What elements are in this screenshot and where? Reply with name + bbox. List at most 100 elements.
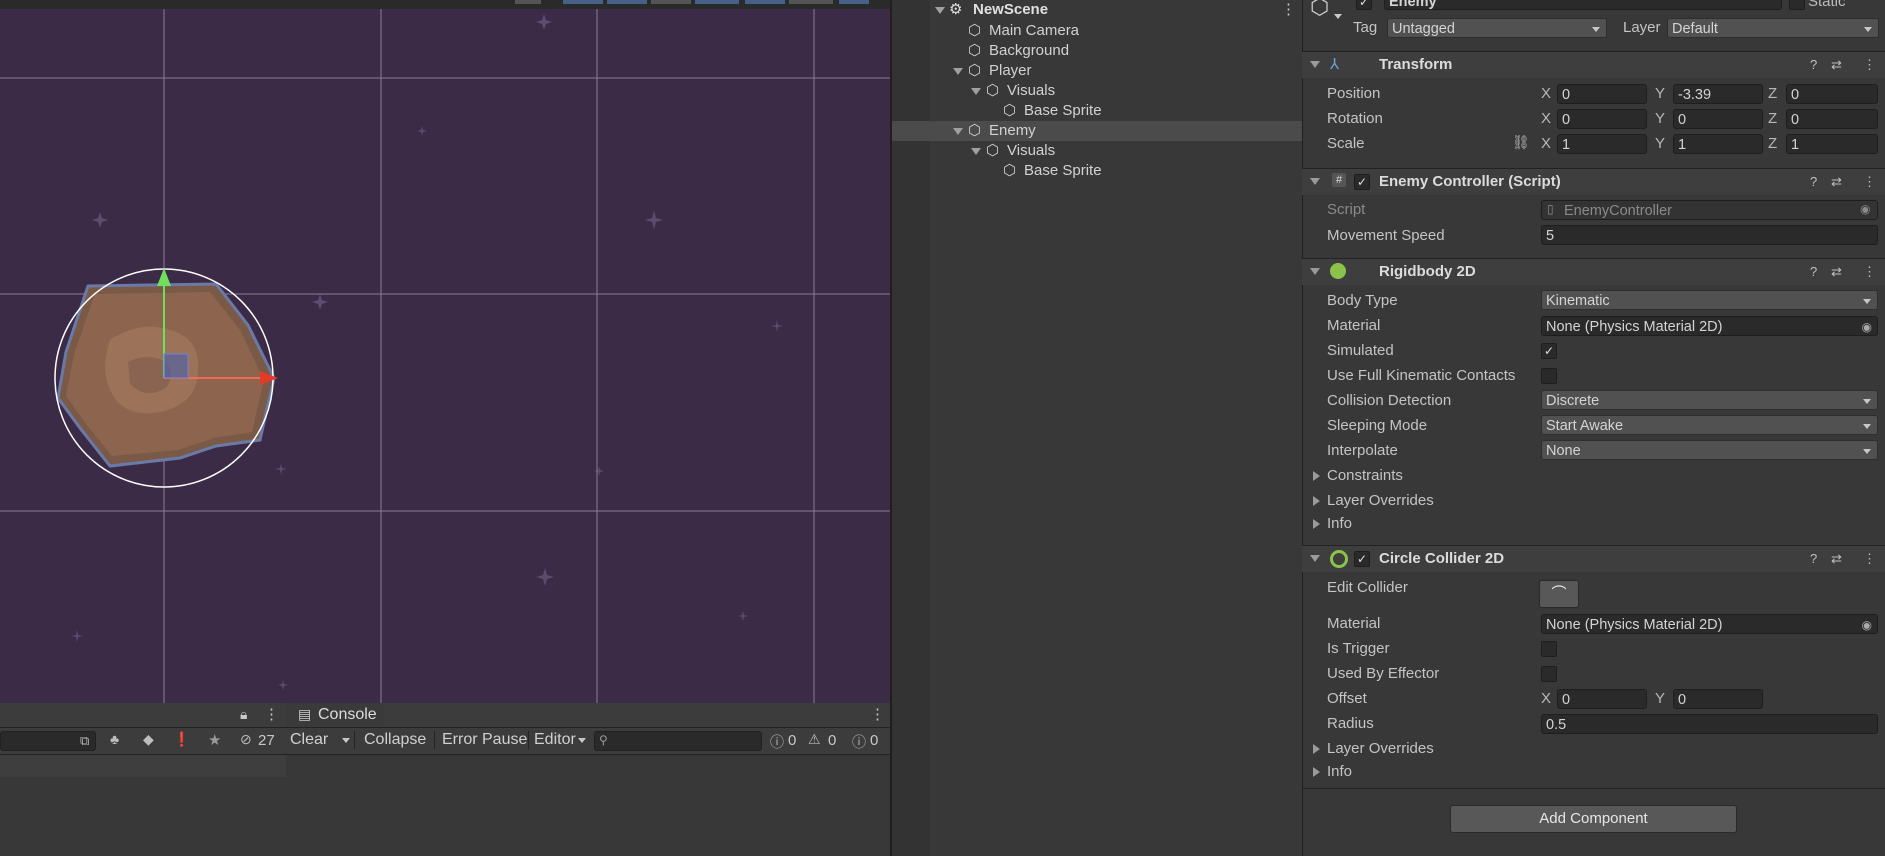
toolbar-button[interactable] — [745, 0, 785, 4]
foldout-arrow-icon[interactable] — [953, 68, 963, 75]
hierarchy-item-enemy-base-sprite[interactable]: ⬡ Base Sprite — [892, 161, 1302, 181]
presets-icon[interactable]: ⇄ — [1831, 551, 1842, 567]
rotation-z-field[interactable]: 0 — [1786, 109, 1878, 129]
presets-icon[interactable]: ⇄ — [1831, 57, 1842, 73]
object-picker-icon[interactable]: ◉ — [1862, 317, 1872, 337]
add-component-button[interactable]: Add Component — [1450, 805, 1737, 833]
circle-collider-2d-header[interactable]: ✓ Circle Collider 2D ? ⇄ ⋮ — [1302, 545, 1885, 572]
warning-filter-icon[interactable]: ❗ — [173, 731, 190, 748]
full-kinematic-contacts-checkbox[interactable] — [1541, 368, 1557, 384]
scale-y-field[interactable]: 1 — [1673, 134, 1763, 154]
position-y-field[interactable]: -3.39 — [1673, 84, 1763, 104]
error-pause-button[interactable]: Error Pause — [442, 728, 527, 752]
clear-options-chevron-icon[interactable] — [342, 738, 350, 743]
movement-speed-field[interactable]: 5 — [1541, 225, 1878, 245]
radius-field[interactable]: 0.5 — [1541, 714, 1878, 734]
search-filter-icon[interactable]: ♣ — [110, 731, 119, 747]
layer-overrides-foldout-icon[interactable] — [1313, 744, 1320, 754]
info-foldout[interactable]: Info — [1327, 514, 1352, 534]
simulated-checkbox[interactable]: ✓ — [1541, 343, 1557, 359]
tab-console[interactable]: ▤ Console — [286, 703, 384, 727]
active-checkbox[interactable]: ✓ — [1356, 0, 1372, 10]
toolbar-button[interactable] — [789, 0, 833, 4]
hierarchy-scene-row[interactable]: ⚙ NewScene ⋮ — [892, 0, 1302, 20]
foldout-arrow-icon[interactable] — [971, 148, 981, 155]
static-checkbox[interactable] — [1789, 0, 1805, 10]
collision-detection-dropdown[interactable]: Discrete — [1541, 390, 1878, 410]
constraints-foldout-icon[interactable] — [1313, 471, 1320, 481]
sleeping-mode-dropdown[interactable]: Start Awake — [1541, 415, 1878, 435]
edit-collider-button[interactable]: ⌒ — [1539, 580, 1579, 608]
project-list-row[interactable] — [0, 755, 286, 777]
object-name-field[interactable]: Enemy — [1384, 0, 1782, 10]
hidden-icon[interactable]: ⊘ — [240, 731, 252, 748]
error-count-icon[interactable]: ⓘ — [852, 732, 866, 752]
constraints-foldout[interactable]: Constraints — [1327, 466, 1403, 486]
offset-x-field[interactable]: 0 — [1557, 689, 1647, 709]
info-foldout-icon[interactable] — [1313, 519, 1320, 529]
rigidbody-2d-header[interactable]: Rigidbody 2D ? ⇄ ⋮ — [1302, 258, 1885, 285]
editor-dropdown[interactable]: Editor — [534, 728, 576, 752]
hierarchy-item-player[interactable]: ⬡ Player — [892, 61, 1302, 81]
component-menu-icon[interactable]: ⋮ — [1863, 264, 1876, 280]
scale-x-field[interactable]: 1 — [1557, 134, 1647, 154]
collapse-button[interactable]: Collapse — [364, 728, 426, 752]
foldout-arrow-icon[interactable] — [935, 7, 945, 14]
component-enabled-checkbox[interactable]: ✓ — [1354, 551, 1370, 567]
material-field[interactable]: None (Physics Material 2D) ◉ — [1541, 614, 1878, 634]
label-icon[interactable]: ◆ — [143, 731, 154, 748]
presets-icon[interactable]: ⇄ — [1831, 264, 1842, 280]
info-foldout[interactable]: Info — [1327, 762, 1352, 782]
tag-dropdown[interactable]: Untagged — [1387, 18, 1607, 38]
lock-icon[interactable]: 🔒︎ — [240, 706, 247, 723]
help-icon[interactable]: ? — [1810, 174, 1817, 189]
position-x-field[interactable]: 0 — [1557, 84, 1647, 104]
hierarchy-item-player-visuals[interactable]: ⬡ Visuals — [892, 81, 1302, 101]
interpolate-dropdown[interactable]: None — [1541, 440, 1878, 460]
scene-menu-icon[interactable]: ⋮ — [1281, 0, 1296, 20]
hierarchy-item-background[interactable]: ⬡ Background — [892, 41, 1302, 61]
search-by-type-icon[interactable]: ⧉ — [80, 733, 89, 749]
presets-icon[interactable]: ⇄ — [1831, 174, 1842, 190]
toolbar-button[interactable] — [651, 0, 691, 4]
enemy-controller-header[interactable]: # ✓ Enemy Controller (Script) ? ⇄ ⋮ — [1302, 168, 1885, 195]
layer-overrides-foldout-icon[interactable] — [1313, 496, 1320, 506]
hierarchy-item-main-camera[interactable]: ⬡ Main Camera — [892, 21, 1302, 41]
icon-picker-chevron-icon[interactable] — [1334, 14, 1342, 19]
scene-view[interactable] — [0, 0, 890, 703]
scene-canvas[interactable] — [0, 0, 890, 703]
rotation-y-field[interactable]: 0 — [1673, 109, 1763, 129]
component-enabled-checkbox[interactable]: ✓ — [1354, 174, 1370, 190]
more-options-icon[interactable]: ⋮ — [264, 705, 279, 723]
toolbar-button[interactable] — [607, 0, 647, 4]
toolbar-button[interactable] — [695, 0, 739, 4]
info-count-icon[interactable]: ⓘ — [770, 732, 784, 752]
used-by-effector-checkbox[interactable] — [1541, 666, 1557, 682]
position-z-field[interactable]: 0 — [1786, 84, 1878, 104]
transform-header[interactable]: ⅄ Transform ? ⇄ ⋮ — [1302, 51, 1885, 78]
component-menu-icon[interactable]: ⋮ — [1863, 57, 1876, 73]
help-icon[interactable]: ? — [1810, 57, 1817, 72]
hierarchy-item-enemy-visuals[interactable]: ⬡ Visuals — [892, 141, 1302, 161]
favorite-icon[interactable]: ★ — [208, 731, 221, 749]
object-picker-icon[interactable]: ◉ — [1860, 202, 1870, 216]
hierarchy-item-enemy[interactable]: ⬡ Enemy — [892, 121, 1302, 141]
constrain-proportions-icon[interactable]: ⛓ — [1512, 134, 1530, 151]
object-picker-icon[interactable]: ◉ — [1862, 615, 1872, 635]
clear-button[interactable]: Clear — [290, 728, 328, 752]
hierarchy-item-player-base-sprite[interactable]: ⬡ Base Sprite — [892, 101, 1302, 121]
scale-z-field[interactable]: 1 — [1786, 134, 1878, 154]
material-field[interactable]: None (Physics Material 2D) ◉ — [1541, 316, 1878, 336]
foldout-arrow-icon[interactable] — [953, 128, 963, 135]
toolbar-button[interactable] — [515, 0, 541, 4]
chevron-down-icon[interactable] — [578, 738, 586, 743]
rotation-x-field[interactable]: 0 — [1557, 109, 1647, 129]
layer-overrides-foldout[interactable]: Layer Overrides — [1327, 739, 1434, 759]
help-icon[interactable]: ? — [1810, 264, 1817, 279]
layer-overrides-foldout[interactable]: Layer Overrides — [1327, 491, 1434, 511]
info-foldout-icon[interactable] — [1313, 767, 1320, 777]
warning-count-icon[interactable]: ⚠ — [808, 731, 821, 748]
help-icon[interactable]: ? — [1810, 551, 1817, 566]
component-menu-icon[interactable]: ⋮ — [1863, 174, 1876, 190]
toolbar-button[interactable] — [563, 0, 603, 4]
